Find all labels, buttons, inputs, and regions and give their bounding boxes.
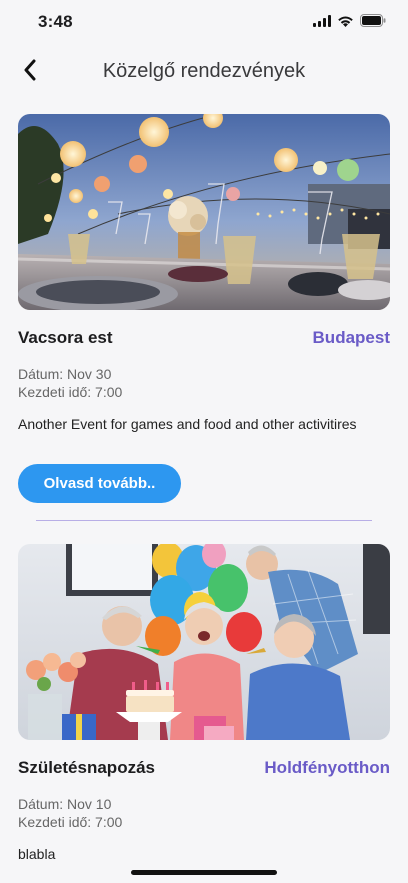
event-meta: Dátum: Nov 10 Kezdeti idő: 7:00 — [18, 795, 390, 831]
page-title: Közelgő rendezvények — [102, 60, 306, 82]
event-location: Budapest — [312, 328, 390, 347]
status-icons — [313, 14, 386, 32]
home-indicator — [131, 870, 277, 875]
event-title-row: Születésnapozás Holdfényotthon — [18, 758, 390, 784]
event-description: Another Event for games and food and oth… — [18, 416, 357, 432]
event-meta: Dátum: Nov 30 Kezdeti idő: 7:00 — [18, 365, 390, 401]
event-image-birthday — [18, 544, 390, 740]
event-date: Dátum: Nov 30 — [18, 366, 112, 382]
battery-icon — [360, 14, 386, 32]
event-start-time: Kezdeti idő: 7:00 — [18, 814, 123, 830]
wifi-icon — [337, 14, 354, 32]
status-time: 3:48 — [38, 12, 73, 31]
navigation-bar: Közelgő rendezvények — [0, 50, 408, 94]
event-card[interactable]: Születésnapozás Holdfényotthon Dátum: No… — [18, 544, 390, 863]
read-more-button[interactable]: Olvasd tovább.. — [18, 464, 181, 503]
event-image-dinner — [18, 114, 390, 310]
event-card[interactable]: Vacsora est Budapest Dátum: Nov 30 Kezde… — [18, 114, 390, 503]
event-title: Vacsora est — [18, 328, 113, 347]
event-date: Dátum: Nov 10 — [18, 796, 112, 812]
event-location: Holdfényotthon — [264, 758, 390, 777]
event-title-row: Vacsora est Budapest — [18, 328, 390, 354]
status-bar: 3:48 — [0, 0, 408, 44]
signal-icon — [313, 14, 331, 32]
divider — [36, 520, 372, 521]
event-description: blabla — [18, 846, 56, 862]
event-start-time: Kezdeti idő: 7:00 — [18, 384, 123, 400]
event-title: Születésnapozás — [18, 758, 155, 777]
